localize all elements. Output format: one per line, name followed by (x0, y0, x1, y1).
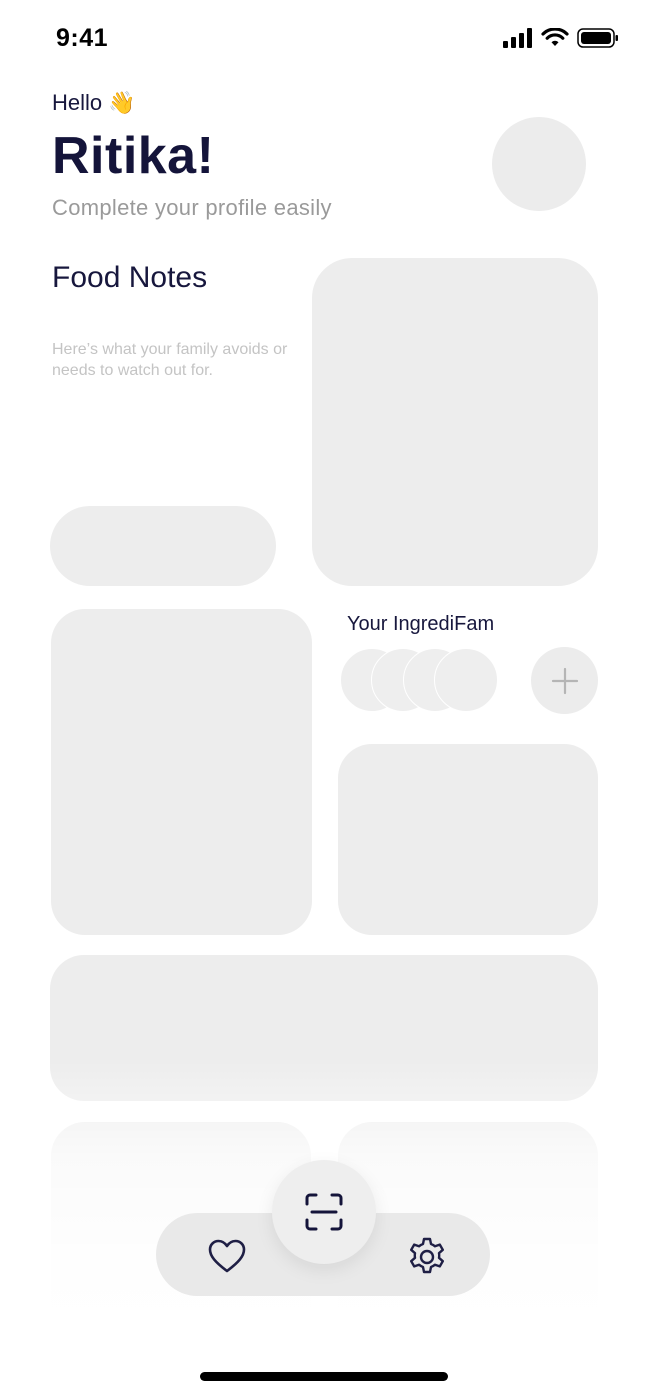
food-notes-description: Here’s what your family avoids or needs … (52, 341, 288, 379)
status-icons (503, 28, 619, 48)
plus-icon (551, 667, 578, 694)
heart-icon[interactable] (207, 1237, 247, 1277)
food-notes-pill[interactable] (50, 506, 276, 586)
battery-icon (577, 28, 618, 48)
status-time: 9:41 (56, 24, 109, 52)
wifi-icon (541, 28, 569, 46)
home-indicator[interactable] (200, 1372, 448, 1381)
food-notes-title: Food Notes (52, 261, 208, 294)
placeholder-card[interactable] (338, 744, 598, 935)
greeting: Hello 👋 (52, 90, 136, 115)
food-notes-card[interactable] (312, 258, 598, 586)
profile-subtitle[interactable]: Complete your profile easily (52, 195, 332, 221)
family-member-avatar[interactable] (434, 648, 498, 712)
ingredifam-title: Your IngrediFam (347, 613, 495, 635)
add-member-button[interactable] (531, 647, 598, 714)
placeholder-card[interactable] (51, 609, 312, 935)
avatar[interactable] (492, 117, 586, 211)
scan-icon (305, 1193, 343, 1231)
gear-icon[interactable] (406, 1236, 448, 1278)
signal-icon (503, 28, 532, 48)
scan-button[interactable] (272, 1160, 376, 1264)
user-name: Ritika! (52, 127, 215, 185)
